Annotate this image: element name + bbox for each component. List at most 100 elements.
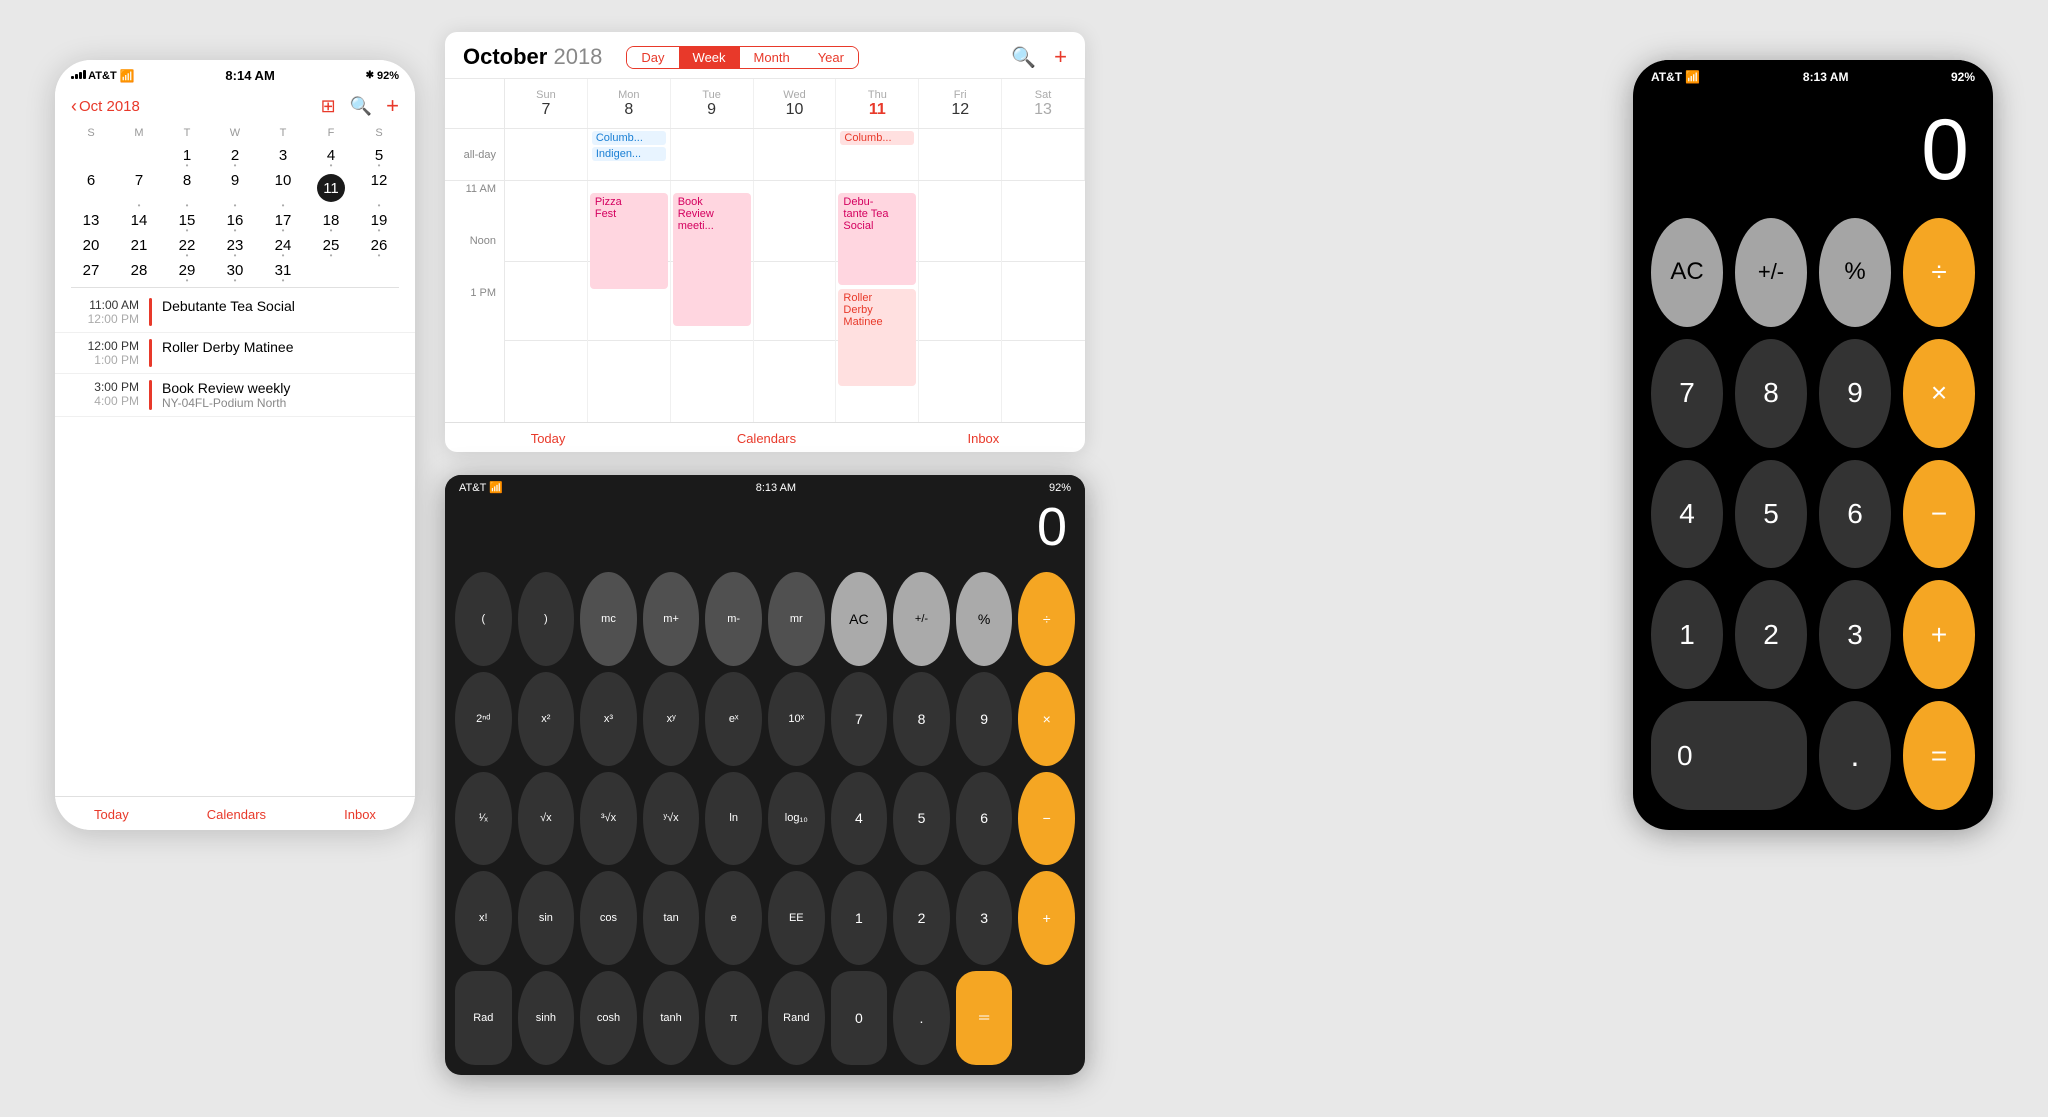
sci-btn-6[interactable]: 6 (956, 772, 1013, 866)
sci-btn-yrootx[interactable]: ʸ√x (643, 772, 700, 866)
sci-btn-3[interactable]: 3 (956, 871, 1013, 965)
sci-btn-tanh[interactable]: tanh (643, 971, 700, 1065)
sci-btn-x3[interactable]: x³ (580, 672, 637, 766)
cal-day-cell[interactable]: 21 (115, 233, 163, 258)
calc-btn-3[interactable]: 3 (1819, 580, 1891, 689)
cal-day-cell[interactable]: 30 (211, 258, 259, 283)
sci-btn-divide[interactable]: ÷ (1018, 572, 1075, 666)
sci-btn-0[interactable]: 0 (831, 971, 888, 1065)
indigenous-event[interactable]: Indigen... (592, 147, 666, 161)
event-row-2[interactable]: 12:00 PM 1:00 PM Roller Derby Matinee (55, 333, 415, 374)
sci-btn-m-plus[interactable]: m+ (643, 572, 700, 666)
calendar-grid-icon[interactable]: ⊞ (321, 96, 336, 117)
tab-inbox[interactable]: Inbox (344, 807, 376, 822)
sci-btn-open-paren[interactable]: ( (455, 572, 512, 666)
ipad-tab-today[interactable]: Today (531, 431, 566, 446)
sci-btn-1x[interactable]: ¹⁄ₓ (455, 772, 512, 866)
sci-btn-sin[interactable]: sin (518, 871, 575, 965)
sci-btn-rand[interactable]: Rand (768, 971, 825, 1065)
sci-btn-2nd[interactable]: 2ⁿᵈ (455, 672, 512, 766)
cal-day-cell[interactable]: 12 (355, 168, 403, 208)
calc-btn-9[interactable]: 9 (1819, 339, 1891, 448)
cal-day-cell[interactable]: 24 (259, 233, 307, 258)
calc-btn-multiply[interactable]: × (1903, 339, 1975, 448)
cal-day-cell[interactable]: 2 (211, 143, 259, 168)
sci-btn-percent[interactable]: % (956, 572, 1013, 666)
cal-day-cell[interactable]: 8 (163, 168, 211, 208)
sci-btn-m-minus[interactable]: m- (705, 572, 762, 666)
event-row-3[interactable]: 3:00 PM 4:00 PM Book Review weekly NY-04… (55, 374, 415, 417)
sci-btn-4[interactable]: 4 (831, 772, 888, 866)
cal-day-cell[interactable]: 11 (307, 168, 355, 208)
cal-day-cell[interactable]: 13 (67, 208, 115, 233)
cal-day-cell[interactable]: 23 (211, 233, 259, 258)
ipad-tab-inbox[interactable]: Inbox (967, 431, 999, 446)
cal-day-cell[interactable]: 28 (115, 258, 163, 283)
sci-btn-ex[interactable]: eˣ (705, 672, 762, 766)
calc-btn-7[interactable]: 7 (1651, 339, 1723, 448)
cal-day-cell[interactable]: 20 (67, 233, 115, 258)
sci-btn-mr[interactable]: mr (768, 572, 825, 666)
cal-day-cell[interactable]: 1 (163, 143, 211, 168)
view-month-btn[interactable]: Month (740, 47, 804, 68)
calc-btn-0[interactable]: 0 (1651, 701, 1807, 810)
sci-btn-ee[interactable]: EE (768, 871, 825, 965)
cal-day-cell[interactable]: 6 (67, 168, 115, 208)
view-week-btn[interactable]: Week (679, 47, 740, 68)
sci-btn-close-paren[interactable]: ) (518, 572, 575, 666)
roller-derby-event[interactable]: RollerDerbyMatinee (838, 289, 916, 385)
sci-btn-subtract[interactable]: − (1018, 772, 1075, 866)
sci-btn-tan[interactable]: tan (643, 871, 700, 965)
sci-btn-sinh[interactable]: sinh (518, 971, 575, 1065)
sci-btn-factorial[interactable]: x! (455, 871, 512, 965)
cal-day-cell[interactable]: 18 (307, 208, 355, 233)
sci-btn-add[interactable]: + (1018, 871, 1075, 965)
view-day-btn[interactable]: Day (627, 47, 678, 68)
sci-btn-rad[interactable]: Rad (455, 971, 512, 1065)
sci-btn-log10[interactable]: log₁₀ (768, 772, 825, 866)
calc-btn-percent[interactable]: % (1819, 218, 1891, 327)
back-button[interactable]: ‹ Oct 2018 (71, 96, 140, 117)
columbus-event[interactable]: Columb... (592, 131, 666, 145)
sci-btn-ln[interactable]: ln (705, 772, 762, 866)
calc-btn-6[interactable]: 6 (1819, 460, 1891, 569)
sci-btn-8[interactable]: 8 (893, 672, 950, 766)
calc-btn-equals[interactable]: = (1903, 701, 1975, 810)
event-row-1[interactable]: 11:00 AM 12:00 PM Debutante Tea Social (55, 292, 415, 333)
cal-day-cell[interactable]: 15 (163, 208, 211, 233)
sci-btn-multiply[interactable]: × (1018, 672, 1075, 766)
sci-btn-xy[interactable]: xʸ (643, 672, 700, 766)
sci-btn-10x[interactable]: 10ˣ (768, 672, 825, 766)
calc-btn-4[interactable]: 4 (1651, 460, 1723, 569)
columbus-thu-event[interactable]: Columb... (840, 131, 914, 145)
sci-btn-ac[interactable]: AC (831, 572, 888, 666)
sci-btn-decimal[interactable]: . (893, 971, 950, 1065)
calc-btn-plus-minus[interactable]: +/- (1735, 218, 1807, 327)
sci-btn-mc[interactable]: mc (580, 572, 637, 666)
ipad-add-icon[interactable]: + (1054, 44, 1067, 70)
sci-btn-equals[interactable]: ＝ (956, 971, 1013, 1065)
sci-btn-2[interactable]: 2 (893, 871, 950, 965)
sci-btn-5[interactable]: 5 (893, 772, 950, 866)
cal-day-cell[interactable]: 27 (67, 258, 115, 283)
calc-btn-decimal[interactable]: . (1819, 701, 1891, 810)
sci-btn-pi[interactable]: π (705, 971, 762, 1065)
debutante-event[interactable]: Debu-tante TeaSocial (838, 193, 916, 285)
sci-btn-cbrt[interactable]: ³√x (580, 772, 637, 866)
cal-day-cell[interactable]: 5 (355, 143, 403, 168)
search-icon[interactable]: 🔍 (350, 96, 372, 117)
cal-day-cell[interactable]: 10 (259, 168, 307, 208)
calc-btn-add[interactable]: + (1903, 580, 1975, 689)
cal-day-cell[interactable]: 25 (307, 233, 355, 258)
cal-day-cell[interactable]: 29 (163, 258, 211, 283)
ipad-tab-calendars[interactable]: Calendars (737, 431, 796, 446)
sci-btn-plus-minus[interactable]: +/- (893, 572, 950, 666)
cal-day-cell[interactable]: 7 (115, 168, 163, 208)
calc-btn-1[interactable]: 1 (1651, 580, 1723, 689)
sci-btn-x2[interactable]: x² (518, 672, 575, 766)
cal-day-cell[interactable]: 17 (259, 208, 307, 233)
sci-btn-e[interactable]: e (705, 871, 762, 965)
tab-calendars[interactable]: Calendars (207, 807, 266, 822)
sci-btn-cos[interactable]: cos (580, 871, 637, 965)
calc-btn-subtract[interactable]: − (1903, 460, 1975, 569)
